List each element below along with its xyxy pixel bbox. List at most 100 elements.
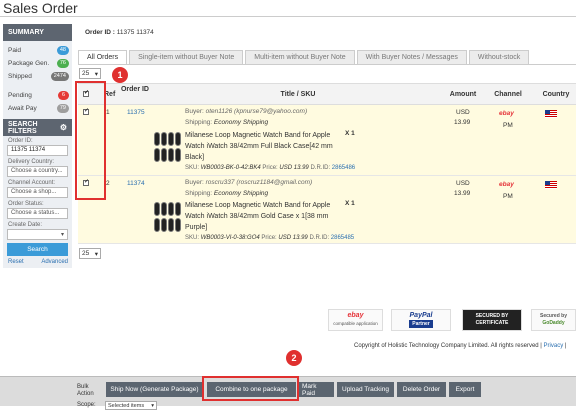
col-channel[interactable]: Channel (488, 91, 528, 98)
page-size-select[interactable]: 25 ▾ (79, 68, 101, 79)
drid-link[interactable]: 2865486 (332, 165, 355, 171)
us-flag-icon (545, 181, 557, 189)
buyer-info: roscru337 (roscruz1184@gmail.com) (205, 179, 313, 186)
tab-single-item[interactable]: Single-item without Buyer Note (129, 50, 244, 64)
upload-tracking-button[interactable]: Upload Tracking (337, 382, 394, 397)
order-status-select[interactable]: Choose a status... (7, 208, 68, 219)
summary-paid[interactable]: Paid 48 (3, 44, 72, 57)
callout-badge: 2 (286, 350, 302, 366)
amount-value: 13.99 (454, 119, 471, 126)
status-pending[interactable]: Pending 6 (3, 89, 72, 102)
tab-multi-item[interactable]: Multi-item without Buyer Note (245, 50, 355, 64)
page-size-value: 25 (82, 70, 90, 77)
table-row[interactable]: 2 11374 Buyer: roscru337 (roscruz1184@gm… (78, 176, 576, 244)
export-button[interactable]: Export (449, 382, 481, 397)
shipping-label: Shipping: (185, 119, 213, 126)
us-flag-icon (545, 110, 557, 118)
highlight-box-checkboxes (75, 81, 106, 200)
bulk-action-label: Bulk Action (77, 384, 94, 397)
scope-label: Scope: (77, 402, 96, 408)
status-await-pay[interactable]: Await Pay 79 (3, 102, 72, 115)
amount-value: 13.99 (454, 190, 471, 197)
order-id-filter: Order ID : 11375 11374 (85, 29, 154, 36)
tab-all-orders[interactable]: All Orders (78, 50, 128, 64)
drid-label: D.R.ID: (310, 165, 331, 171)
order-id-link[interactable]: 11375 (127, 109, 145, 116)
order-id-label: Order ID: (8, 138, 33, 144)
summary-shipped[interactable]: Shipped 2474 (3, 70, 72, 83)
gear-icon[interactable]: ⚙ (60, 123, 67, 132)
create-date-select[interactable]: ▾ (7, 229, 68, 240)
item-title-link[interactable]: Milanese Loop Magnetic Watch Band for Ap… (185, 200, 345, 233)
chevron-down-icon: ▾ (94, 250, 98, 258)
order-id-input[interactable]: 11375 11374 (7, 145, 68, 156)
count-badge: 6 (58, 91, 69, 100)
col-country[interactable]: Country (536, 91, 576, 98)
buyer-label: Buyer: (185, 108, 204, 115)
copyright-text: Copyright of Holistic Technology Company… (354, 343, 542, 349)
count-badge: 76 (56, 59, 69, 68)
summary-title: SUMMARY (8, 29, 44, 36)
advanced-link[interactable]: Advanced (41, 259, 68, 265)
ebay-logo-icon: ebay (499, 181, 514, 188)
price-value: USD 13.99 (278, 235, 308, 241)
callout-badge: 1 (112, 67, 128, 83)
search-button[interactable]: Search (7, 243, 68, 256)
price-label: Price: (262, 165, 278, 171)
badge-sub: Partner (409, 320, 433, 328)
channel-account-label: Channel Account: (8, 180, 56, 186)
status-label: Pending (8, 92, 32, 99)
tab-without-stock[interactable]: Without-stock (468, 50, 530, 64)
col-order-id[interactable]: Order ID (120, 86, 150, 93)
page-size-value: 25 (82, 250, 90, 257)
summary-label: Package Gen. (8, 60, 50, 67)
privacy-link[interactable]: Privacy (544, 343, 564, 349)
order-id-link[interactable]: 11374 (127, 180, 145, 187)
tabs-divider (78, 64, 576, 65)
delete-order-button[interactable]: Delete Order (397, 382, 446, 397)
filters-title: SEARCH FILTERS (8, 120, 38, 135)
channel-account: PM (503, 193, 513, 200)
status-label: Await Pay (8, 105, 37, 112)
shipping-label: Shipping: (185, 190, 213, 197)
mark-paid-button[interactable]: Mark Paid (299, 382, 334, 397)
currency: USD (456, 180, 470, 187)
search-filters-header: SEARCH FILTERS ⚙ (3, 119, 72, 136)
summary-label: Paid (8, 47, 22, 54)
shipping-method: Economy Shipping (213, 119, 269, 126)
col-amount[interactable]: Amount (448, 91, 478, 98)
summary-header: SUMMARY (3, 24, 72, 41)
shipping-method: Economy Shipping (213, 190, 269, 197)
count-badge: 2474 (50, 72, 69, 81)
table-header: Ref Order ID Title / SKU Amount Channel … (78, 83, 576, 105)
table-row[interactable]: 1 11375 Buyer: oten1126 (kpnurse79@yahoo… (78, 105, 576, 176)
channel-account-select[interactable]: Choose a shop... (7, 187, 68, 198)
drid-link[interactable]: 2865485 (331, 235, 354, 241)
item-qty: X 1 (345, 130, 355, 137)
product-thumbnail[interactable] (154, 132, 182, 162)
reset-link[interactable]: Reset (8, 259, 24, 265)
badge-sub: CERTIFICATE (475, 320, 509, 326)
row-ref: 1 (106, 109, 110, 116)
row-ref: 2 (106, 180, 110, 187)
badge-top: SECURED BY (475, 313, 509, 319)
summary-package-gen[interactable]: Package Gen. 76 (3, 57, 72, 70)
count-badge: 79 (56, 104, 69, 113)
count-badge: 48 (56, 46, 69, 55)
col-title-sku[interactable]: Title / SKU (258, 91, 338, 98)
tab-buyer-notes[interactable]: With Buyer Notes / Messages (356, 50, 467, 64)
price-label: Price: (261, 235, 277, 241)
ebay-compatible-badge: ebay compatible application (328, 309, 383, 331)
create-date-label: Create Date: (8, 222, 43, 228)
ship-now-button[interactable]: Ship Now (Generate Package) (106, 382, 203, 397)
buyer-label: Buyer: (185, 179, 204, 186)
price-value: USD 13.99 (279, 165, 309, 171)
godaddy-secured-badge: Secured by GoDaddy (531, 309, 576, 331)
delivery-country-select[interactable]: Choose a country... (7, 166, 68, 177)
item-title-link[interactable]: Milanese Loop Magnetic Watch Band for Ap… (185, 130, 345, 163)
page-size-select-bottom[interactable]: 25 ▾ (79, 248, 101, 259)
product-thumbnail[interactable] (154, 202, 182, 232)
sidebar: SUMMARY Paid 48 Package Gen. 76 Shipped 247… (3, 24, 72, 268)
highlight-box-combine (202, 376, 299, 401)
drid-label: D.R.ID: (309, 235, 330, 241)
